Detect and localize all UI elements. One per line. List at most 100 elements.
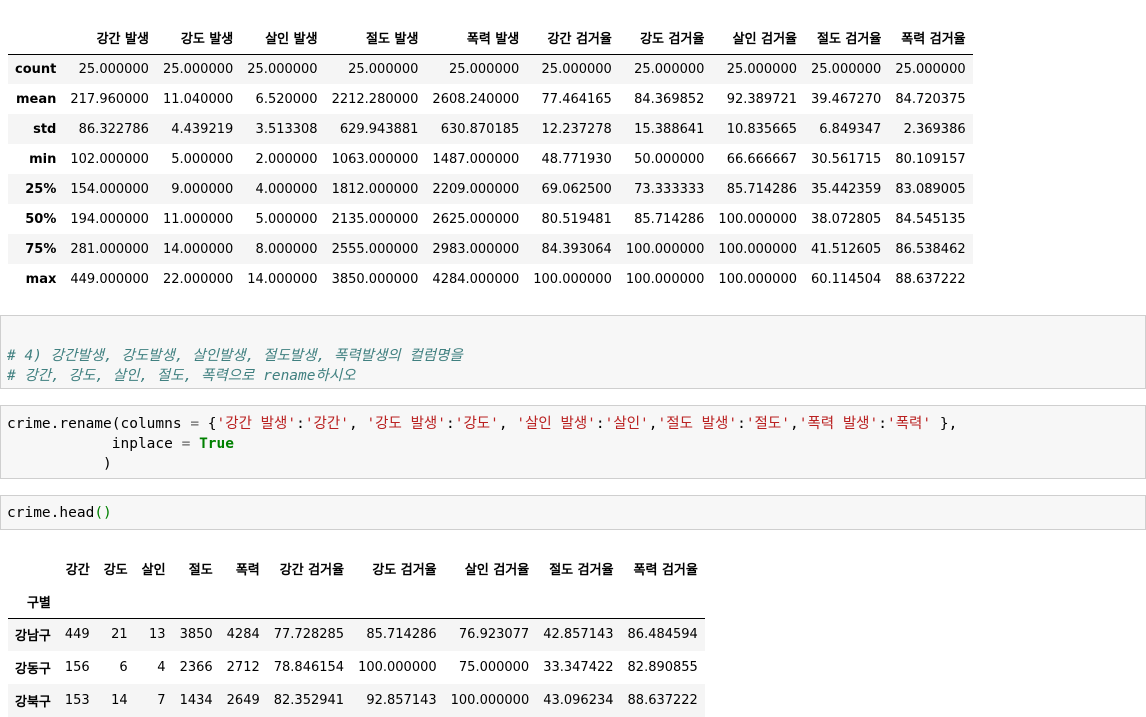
empty-header	[173, 585, 220, 618]
head-table: 강간 강도 살인 절도 폭력 강간 검거율 강도 검거율 살인 검거율 절도 검…	[8, 552, 705, 717]
table-cell: 2135.000000	[331, 211, 419, 227]
code-text: ,	[648, 416, 658, 432]
code-text: crime.head	[7, 505, 95, 521]
comment-line: # 강간, 강도, 살인, 절도, 폭력으로 rename하시오	[7, 368, 356, 384]
code-text: ,	[498, 416, 517, 432]
code-operator: =	[190, 416, 200, 432]
code-text: :	[878, 416, 887, 432]
table-cell: 78.846154	[273, 660, 345, 675]
table-cell: 5.000000	[171, 151, 234, 167]
head-index-header	[8, 552, 58, 585]
table-cell: 60.114504	[811, 271, 882, 287]
code-text: )	[7, 456, 112, 472]
empty-header	[621, 585, 705, 618]
table-cell: 14.000000	[247, 271, 318, 287]
code-text: :	[296, 416, 305, 432]
table-cell: 12.237278	[541, 121, 612, 137]
column-header: 살인 검거율	[732, 32, 797, 48]
table-cell: 2608.240000	[432, 91, 520, 107]
column-header: 절도	[188, 563, 213, 578]
table-cell: 153	[64, 693, 90, 708]
table-cell: 630.870185	[440, 121, 520, 137]
table-cell: 100.000000	[718, 271, 797, 287]
code-paren: ()	[94, 505, 112, 521]
code-string: '살인'	[604, 416, 649, 432]
code-text: :	[595, 416, 605, 432]
table-cell: 1812.000000	[331, 181, 419, 197]
table-cell: 2555.000000	[331, 241, 419, 257]
row-label: 50%	[25, 211, 57, 227]
table-cell: 4.439219	[171, 121, 234, 137]
table-cell: 25.000000	[634, 61, 705, 77]
table-cell: 86.484594	[627, 627, 698, 643]
table-cell: 102.000000	[70, 151, 149, 167]
table-cell: 80.519481	[541, 211, 612, 227]
code-text: :	[737, 416, 746, 432]
comment-code-cell[interactable]: # 4) 강간발생, 강도발생, 살인발생, 절도발생, 폭력발생의 컬럼명을 …	[0, 315, 1146, 389]
rename-code-cell[interactable]: crime.rename(columns = {'강간 발생':'강간', '강…	[0, 405, 1146, 479]
code-string: '폭력'	[886, 416, 932, 432]
table-cell: 25.000000	[541, 61, 612, 77]
table-cell: 85.714286	[366, 627, 437, 643]
table-cell: 84.393064	[541, 241, 612, 257]
table-cell: 8.000000	[255, 241, 318, 257]
table-cell: 100.000000	[358, 660, 437, 675]
table-cell: 7	[157, 693, 166, 708]
code-string: '절도'	[745, 416, 790, 432]
table-cell: 11.000000	[162, 211, 234, 227]
table-cell: 25.000000	[811, 61, 882, 77]
table-cell: 77.464165	[541, 91, 612, 107]
table-cell: 1434	[179, 693, 213, 708]
column-header: 폭력 검거율	[633, 563, 698, 578]
empty-header	[536, 585, 620, 618]
table-cell: 92.389721	[726, 91, 797, 107]
head-code-cell[interactable]: crime.head()	[0, 495, 1146, 530]
column-header: 강도 검거율	[640, 32, 705, 48]
table-cell: 92.857143	[366, 693, 437, 708]
table-cell: 9.000000	[171, 181, 234, 197]
table-cell: 15.388641	[634, 121, 705, 137]
code-string: '폭력 발생'	[798, 416, 879, 432]
head-header-row: 강간 강도 살인 절도 폭력 강간 검거율 강도 검거율 살인 검거율 절도 검…	[8, 552, 705, 585]
table-cell: 11.040000	[162, 91, 234, 107]
code-text: crime.rename(columns	[7, 416, 191, 432]
empty-header	[444, 585, 537, 618]
table-cell: 629.943881	[339, 121, 419, 137]
table-cell: 77.728285	[273, 627, 345, 643]
table-cell: 86.322786	[78, 121, 149, 137]
table-cell: 69.062500	[541, 181, 612, 197]
table-cell: 14	[111, 693, 128, 708]
table-cell: 4284	[226, 627, 260, 643]
table-cell: 38.072805	[811, 211, 882, 227]
table-cell: 3850.000000	[331, 271, 419, 287]
table-cell: 5.000000	[255, 211, 318, 227]
column-header: 폭력	[235, 563, 260, 578]
table-cell: 43.096234	[543, 693, 614, 708]
head-index-name-row: 구별	[8, 585, 705, 618]
column-header: 절도 검거율	[816, 32, 882, 48]
table-row: 50% 194.000000 11.000000 5.000000 2135.00000…	[8, 204, 973, 234]
table-cell: 2.000000	[255, 151, 318, 167]
table-cell: 42.857143	[543, 627, 614, 643]
table-cell: 30.561715	[811, 151, 882, 167]
table-cell: 217.960000	[70, 91, 149, 107]
table-cell: 33.347422	[543, 660, 614, 675]
table-cell: 48.771930	[541, 151, 612, 167]
column-header: 폭력 검거율	[901, 32, 966, 48]
table-cell: 2212.280000	[331, 91, 419, 107]
code-text: ,	[789, 416, 799, 432]
table-row: std 86.322786 4.439219 3.513308 629.943881 63…	[8, 114, 973, 144]
table-cell: 14.000000	[162, 241, 234, 257]
code-string: '강간 발생'	[216, 416, 297, 432]
table-cell: 449	[64, 627, 90, 643]
table-cell: 25.000000	[247, 61, 318, 77]
table-row: 강동구 156 6 4 2366 2712 78.846154 100.000000 75.00…	[8, 651, 705, 684]
table-cell: 39.467270	[811, 91, 882, 107]
table-row: mean 217.960000 11.040000 6.520000 2212.2800…	[8, 84, 973, 114]
table-cell: 6.520000	[255, 91, 318, 107]
table-row: 강남구 449 21 13 3850 4284 77.728285 85.714286 76.9…	[8, 618, 705, 651]
table-cell: 22.000000	[162, 271, 234, 287]
table-cell: 13	[149, 627, 166, 643]
code-string: '강도 발생'	[366, 416, 446, 432]
table-cell: 100.000000	[718, 241, 797, 257]
